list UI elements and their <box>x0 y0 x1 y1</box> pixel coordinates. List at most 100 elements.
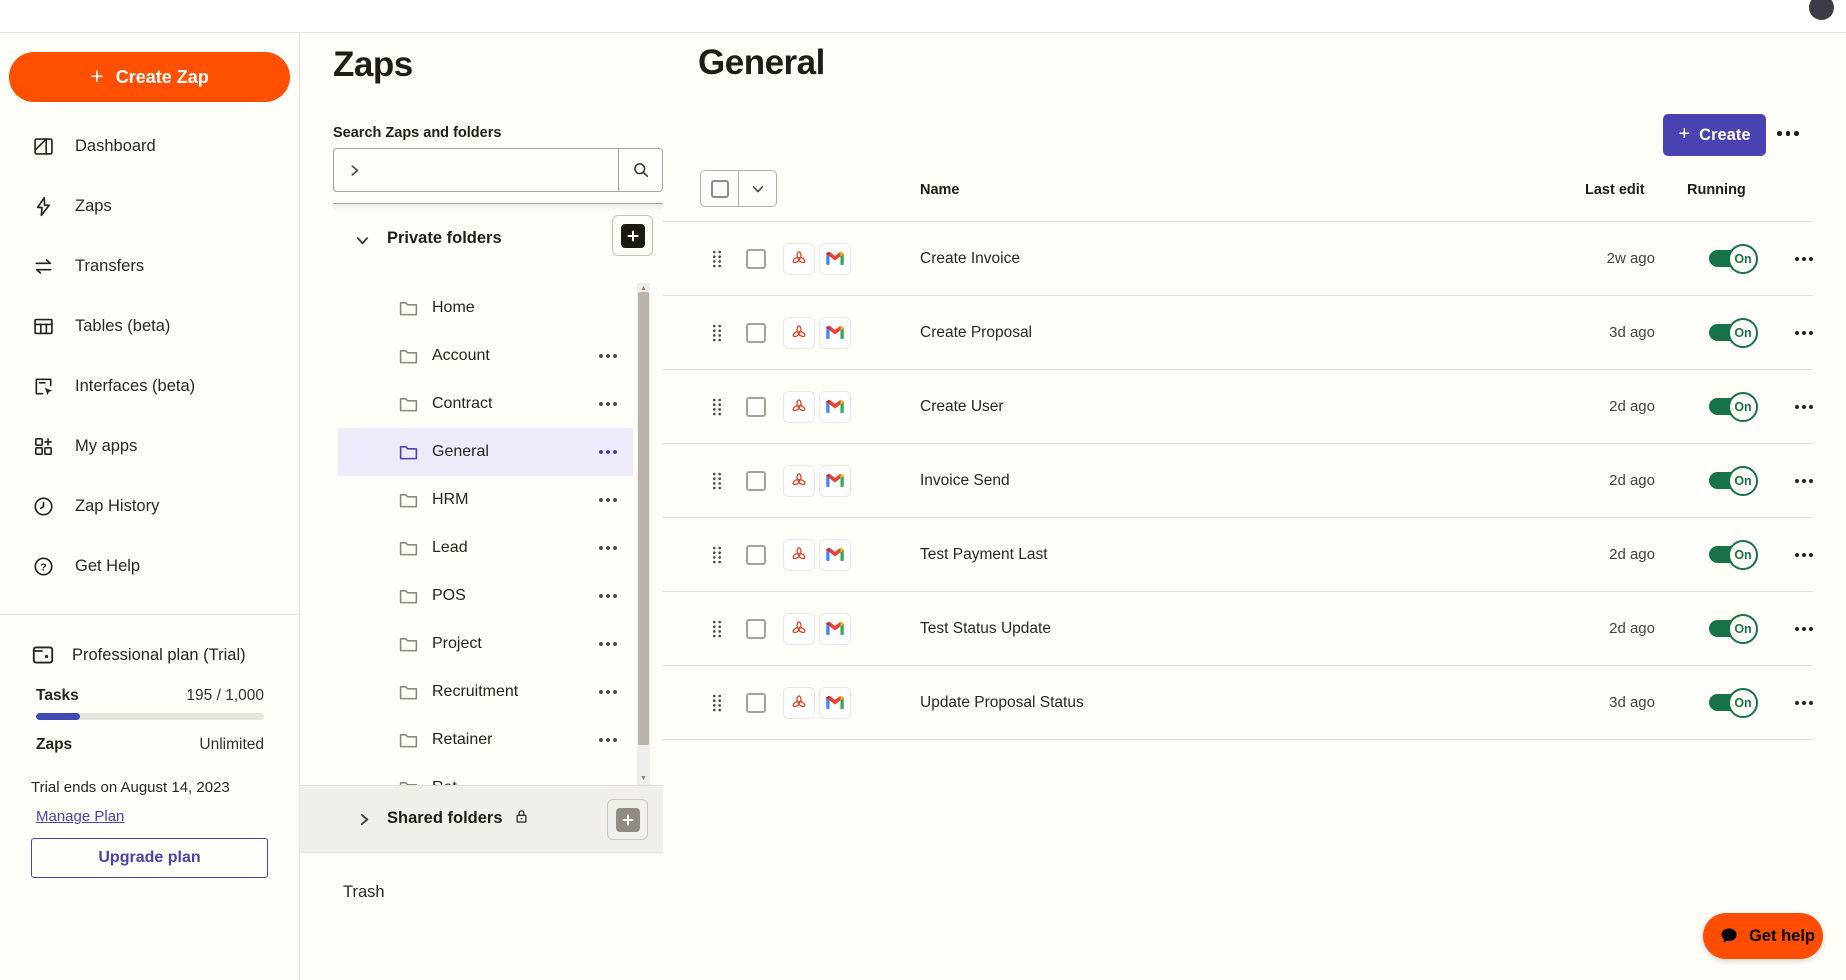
folder-item[interactable]: Contract <box>338 380 633 428</box>
row-menu-button[interactable] <box>1795 695 1813 711</box>
plus-square <box>615 807 640 832</box>
running-toggle[interactable]: On <box>1709 538 1758 572</box>
trial-note: Trial ends on August 14, 2023 <box>31 779 230 796</box>
zap-name[interactable]: Create Proposal <box>920 324 1585 342</box>
folder-menu-button[interactable] <box>597 686 619 698</box>
row-checkbox[interactable] <box>746 396 766 417</box>
zap-name[interactable]: Update Proposal Status <box>920 694 1585 712</box>
select-all-checkbox-cell[interactable] <box>701 171 738 206</box>
sidebar-item-zap-history[interactable]: Zap History <box>0 476 300 536</box>
folder-item[interactable]: Home <box>338 284 633 332</box>
row-menu-button[interactable] <box>1795 473 1813 489</box>
select-dropdown-cell[interactable] <box>738 171 776 206</box>
add-shared-folder-button[interactable] <box>607 799 648 840</box>
manage-plan-link[interactable]: Manage Plan <box>36 808 124 825</box>
zap-name[interactable]: Create Invoice <box>920 250 1585 268</box>
drag-handle-icon[interactable] <box>712 472 722 490</box>
gmail-icon <box>825 545 845 565</box>
sidebar-item-tables[interactable]: Tables (beta) <box>0 296 300 356</box>
chevron-right-icon[interactable] <box>348 163 362 178</box>
row-checkbox[interactable] <box>746 692 766 713</box>
drag-handle-icon[interactable] <box>712 324 722 342</box>
row-checkbox[interactable] <box>746 322 766 343</box>
running-toggle[interactable]: On <box>1709 464 1758 498</box>
zoho-flow-icon <box>789 545 809 565</box>
row-menu-button[interactable] <box>1795 251 1813 267</box>
folder-item[interactable]: Ret <box>338 764 633 786</box>
folder-options-menu-button[interactable] <box>1775 125 1801 142</box>
create-button[interactable]: + Create <box>1663 114 1766 156</box>
chevron-right-icon[interactable] <box>357 812 372 827</box>
row-menu-button[interactable] <box>1795 547 1813 563</box>
clock-icon <box>34 496 53 516</box>
folder-menu-button[interactable] <box>597 734 619 746</box>
zapier-app: + Create Zap Dashboard Zaps Transfers Ta… <box>0 0 1846 980</box>
running-toggle[interactable]: On <box>1709 390 1758 424</box>
sidebar-item-interfaces[interactable]: Interfaces (beta) <box>0 356 300 416</box>
folder-item[interactable]: Retainer <box>338 716 633 764</box>
running-toggle[interactable]: On <box>1709 242 1758 276</box>
folder-item[interactable]: Recruitment <box>338 668 633 716</box>
drag-handle-icon[interactable] <box>712 398 722 416</box>
tasks-progress-bar <box>36 713 264 720</box>
sidebar-item-dashboard[interactable]: Dashboard <box>0 116 300 176</box>
plan-name: Professional plan (Trial) <box>72 645 246 664</box>
folder-scrollbar[interactable]: ▲ ▼ <box>637 283 650 785</box>
sidebar-item-get-help[interactable]: ? Get Help <box>0 536 300 596</box>
row-checkbox[interactable] <box>746 618 766 639</box>
zap-name[interactable]: Test Payment Last <box>920 546 1585 564</box>
zap-name[interactable]: Create User <box>920 398 1585 416</box>
folder-item[interactable]: Account <box>338 332 633 380</box>
select-all-combo[interactable] <box>700 170 777 207</box>
folder-menu-button[interactable] <box>597 542 619 554</box>
zap-name[interactable]: Test Status Update <box>920 620 1585 638</box>
zoho-flow-icon <box>789 693 809 713</box>
sidebar-item-transfers[interactable]: Transfers <box>0 236 300 296</box>
chevron-down-icon[interactable] <box>355 233 370 248</box>
folder-item[interactable]: Project <box>338 620 633 668</box>
upgrade-plan-button[interactable]: Upgrade plan <box>31 838 268 878</box>
app-icon-box <box>783 538 815 571</box>
running-toggle[interactable]: On <box>1709 686 1758 720</box>
row-menu-button[interactable] <box>1795 325 1813 341</box>
row-checkbox[interactable] <box>746 470 766 491</box>
tasks-row: Tasks 195 / 1,000 <box>36 687 264 705</box>
app-icon-box <box>819 538 851 571</box>
add-private-folder-button[interactable] <box>612 215 653 256</box>
sidebar-item-zaps[interactable]: Zaps <box>0 176 300 236</box>
search-input[interactable] <box>369 161 618 179</box>
folder-menu-button[interactable] <box>597 398 619 410</box>
shared-folders-header[interactable]: Shared folders <box>300 785 663 853</box>
folder-menu-button[interactable] <box>597 590 619 602</box>
folder-menu-button[interactable] <box>597 638 619 650</box>
running-toggle[interactable]: On <box>1709 612 1758 646</box>
folder-menu-button[interactable] <box>597 446 619 458</box>
sidebar-item-my-apps[interactable]: My apps <box>0 416 300 476</box>
running-toggle[interactable]: On <box>1709 316 1758 350</box>
shared-folders-title: Shared folders <box>387 809 503 827</box>
folder-menu-button[interactable] <box>597 494 619 506</box>
folder-icon <box>398 586 419 607</box>
select-all-checkbox[interactable] <box>710 179 729 198</box>
folder-menu-button[interactable] <box>597 350 619 362</box>
row-checkbox[interactable] <box>746 248 766 269</box>
avatar[interactable] <box>1809 0 1834 20</box>
row-checkbox[interactable] <box>746 544 766 565</box>
scroll-down-arrow[interactable]: ▼ <box>637 774 650 784</box>
drag-handle-icon[interactable] <box>712 250 722 268</box>
row-menu-button[interactable] <box>1795 621 1813 637</box>
folder-item[interactable]: HRM <box>338 476 633 524</box>
folder-item[interactable]: Lead <box>338 524 633 572</box>
folder-item[interactable]: General <box>338 428 633 476</box>
get-help-button[interactable]: Get help <box>1703 913 1823 959</box>
trash-link[interactable]: Trash <box>343 883 385 902</box>
drag-handle-icon[interactable] <box>712 694 722 712</box>
drag-handle-icon[interactable] <box>712 620 722 638</box>
folder-item[interactable]: POS <box>338 572 633 620</box>
scrollbar-thumb[interactable] <box>638 292 649 745</box>
drag-handle-icon[interactable] <box>712 546 722 564</box>
create-zap-button[interactable]: + Create Zap <box>9 52 290 102</box>
zap-name[interactable]: Invoice Send <box>920 472 1585 490</box>
row-menu-button[interactable] <box>1795 399 1813 415</box>
search-button[interactable] <box>618 148 663 192</box>
